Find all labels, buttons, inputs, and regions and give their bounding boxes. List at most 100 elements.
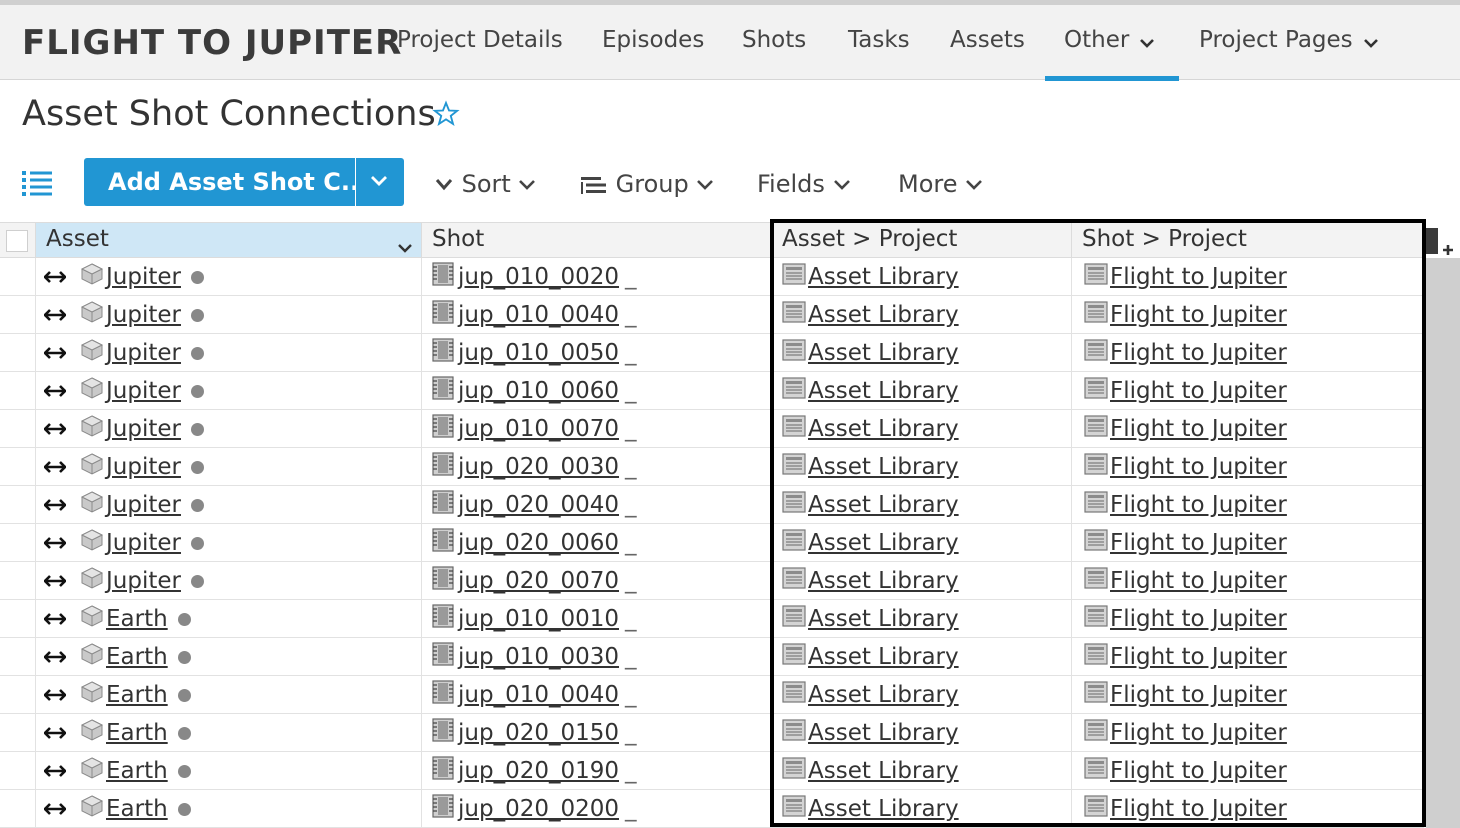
link-arrows-icon[interactable] bbox=[43, 758, 67, 784]
table-row[interactable]: Earth jup_020_0190 _ Asset Library Flight to… bbox=[0, 752, 1424, 790]
table-row[interactable]: Earth jup_010_0010 _ Asset Library Flight to… bbox=[0, 600, 1424, 638]
nav-other[interactable]: Other bbox=[1064, 27, 1155, 54]
link-arrows-icon[interactable] bbox=[43, 416, 67, 442]
nav-tasks[interactable]: Tasks bbox=[848, 27, 910, 53]
shot-link[interactable]: jup_010_0060 bbox=[458, 378, 619, 404]
column-header-asset[interactable]: Asset bbox=[36, 223, 422, 257]
asset-link[interactable]: Jupiter bbox=[106, 340, 181, 366]
shot-project-link[interactable]: Flight to Jupiter bbox=[1110, 492, 1287, 518]
asset-project-link[interactable]: Asset Library bbox=[808, 606, 959, 632]
column-header-shot-project[interactable]: Shot > Project bbox=[1072, 223, 1424, 257]
table-row[interactable]: Earth jup_010_0040 _ Asset Library Flight to… bbox=[0, 676, 1424, 714]
add-column-icon[interactable] bbox=[1426, 226, 1456, 260]
shot-project-link[interactable]: Flight to Jupiter bbox=[1110, 416, 1287, 442]
row-select-cell[interactable] bbox=[0, 258, 36, 295]
shot-link[interactable]: jup_010_0040 bbox=[458, 302, 619, 328]
asset-project-link[interactable]: Asset Library bbox=[808, 454, 959, 480]
link-arrows-icon[interactable] bbox=[43, 378, 67, 404]
row-select-cell[interactable] bbox=[0, 524, 36, 561]
select-all-checkbox[interactable] bbox=[6, 230, 28, 252]
shot-project-link[interactable]: Flight to Jupiter bbox=[1110, 644, 1287, 670]
link-arrows-icon[interactable] bbox=[43, 720, 67, 746]
row-select-cell[interactable] bbox=[0, 334, 36, 371]
link-arrows-icon[interactable] bbox=[43, 682, 67, 708]
nav-assets[interactable]: Assets bbox=[950, 27, 1025, 53]
shot-project-link[interactable]: Flight to Jupiter bbox=[1110, 378, 1287, 404]
asset-link[interactable]: Jupiter bbox=[106, 568, 181, 594]
row-select-cell[interactable] bbox=[0, 410, 36, 447]
shot-link[interactable]: jup_020_0150 bbox=[458, 720, 619, 746]
shot-link[interactable]: jup_010_0050 bbox=[458, 340, 619, 366]
asset-link[interactable]: Jupiter bbox=[106, 302, 181, 328]
nav-project-details[interactable]: Project Details bbox=[397, 27, 563, 53]
table-row[interactable]: Jupiter jup_010_0040 _ Asset Library Flight … bbox=[0, 296, 1424, 334]
nav-shots[interactable]: Shots bbox=[742, 27, 806, 53]
shot-project-link[interactable]: Flight to Jupiter bbox=[1110, 758, 1287, 784]
link-arrows-icon[interactable] bbox=[43, 454, 67, 480]
table-row[interactable]: Earth jup_020_0150 _ Asset Library Flight to… bbox=[0, 714, 1424, 752]
link-arrows-icon[interactable] bbox=[43, 796, 67, 822]
asset-link[interactable]: Jupiter bbox=[106, 530, 181, 556]
shot-link[interactable]: jup_020_0200 bbox=[458, 796, 619, 822]
asset-link[interactable]: Jupiter bbox=[106, 378, 181, 404]
link-arrows-icon[interactable] bbox=[43, 340, 67, 366]
table-row[interactable]: Jupiter jup_020_0040 _ Asset Library Flight … bbox=[0, 486, 1424, 524]
asset-project-link[interactable]: Asset Library bbox=[808, 568, 959, 594]
link-arrows-icon[interactable] bbox=[43, 568, 67, 594]
shot-project-link[interactable]: Flight to Jupiter bbox=[1110, 302, 1287, 328]
table-row[interactable]: Jupiter jup_020_0060 _ Asset Library Flight … bbox=[0, 524, 1424, 562]
column-header-shot[interactable]: Shot bbox=[422, 223, 772, 257]
project-title[interactable]: FLIGHT TO JUPITER bbox=[22, 23, 402, 63]
asset-link[interactable]: Earth bbox=[106, 720, 168, 746]
shot-project-link[interactable]: Flight to Jupiter bbox=[1110, 264, 1287, 290]
asset-link[interactable]: Jupiter bbox=[106, 454, 181, 480]
asset-project-link[interactable]: Asset Library bbox=[808, 644, 959, 670]
shot-link[interactable]: jup_020_0190 bbox=[458, 758, 619, 784]
list-view-icon[interactable] bbox=[22, 170, 52, 200]
asset-project-link[interactable]: Asset Library bbox=[808, 302, 959, 328]
group-menu[interactable]: Group bbox=[580, 170, 714, 198]
asset-link[interactable]: Jupiter bbox=[106, 264, 181, 290]
asset-project-link[interactable]: Asset Library bbox=[808, 682, 959, 708]
row-select-cell[interactable] bbox=[0, 790, 36, 827]
row-select-cell[interactable] bbox=[0, 752, 36, 789]
link-arrows-icon[interactable] bbox=[43, 606, 67, 632]
shot-project-link[interactable]: Flight to Jupiter bbox=[1110, 340, 1287, 366]
asset-project-link[interactable]: Asset Library bbox=[808, 416, 959, 442]
row-select-cell[interactable] bbox=[0, 562, 36, 599]
add-options-dropdown-button[interactable] bbox=[356, 158, 404, 206]
table-row[interactable]: Jupiter jup_020_0030 _ Asset Library Flight … bbox=[0, 448, 1424, 486]
more-menu[interactable]: More bbox=[898, 170, 983, 198]
add-asset-shot-connection-button[interactable]: Add Asset Shot C... bbox=[84, 158, 355, 206]
shot-project-link[interactable]: Flight to Jupiter bbox=[1110, 606, 1287, 632]
asset-link[interactable]: Jupiter bbox=[106, 492, 181, 518]
shot-link[interactable]: jup_010_0010 bbox=[458, 606, 619, 632]
row-select-cell[interactable] bbox=[0, 296, 36, 333]
table-row[interactable]: Jupiter jup_020_0070 _ Asset Library Flight … bbox=[0, 562, 1424, 600]
shot-link[interactable]: jup_020_0070 bbox=[458, 568, 619, 594]
asset-link[interactable]: Earth bbox=[106, 758, 168, 784]
asset-project-link[interactable]: Asset Library bbox=[808, 796, 959, 822]
link-arrows-icon[interactable] bbox=[43, 264, 67, 290]
star-icon[interactable] bbox=[432, 100, 460, 132]
asset-project-link[interactable]: Asset Library bbox=[808, 264, 959, 290]
shot-project-link[interactable]: Flight to Jupiter bbox=[1110, 720, 1287, 746]
shot-project-link[interactable]: Flight to Jupiter bbox=[1110, 682, 1287, 708]
column-header-asset-project[interactable]: Asset > Project bbox=[772, 223, 1072, 257]
asset-project-link[interactable]: Asset Library bbox=[808, 720, 959, 746]
link-arrows-icon[interactable] bbox=[43, 492, 67, 518]
table-row[interactable]: Earth jup_020_0200 _ Asset Library Flight to… bbox=[0, 790, 1424, 828]
row-select-cell[interactable] bbox=[0, 486, 36, 523]
table-row[interactable]: Jupiter jup_010_0050 _ Asset Library Flight … bbox=[0, 334, 1424, 372]
asset-link[interactable]: Jupiter bbox=[106, 416, 181, 442]
asset-project-link[interactable]: Asset Library bbox=[808, 340, 959, 366]
shot-link[interactable]: jup_010_0020 bbox=[458, 264, 619, 290]
asset-link[interactable]: Earth bbox=[106, 644, 168, 670]
nav-project-pages[interactable]: Project Pages bbox=[1199, 27, 1379, 54]
row-select-cell[interactable] bbox=[0, 638, 36, 675]
shot-project-link[interactable]: Flight to Jupiter bbox=[1110, 796, 1287, 822]
row-select-cell[interactable] bbox=[0, 372, 36, 409]
sort-menu[interactable]: Sort bbox=[434, 170, 536, 198]
asset-project-link[interactable]: Asset Library bbox=[808, 530, 959, 556]
shot-project-link[interactable]: Flight to Jupiter bbox=[1110, 568, 1287, 594]
